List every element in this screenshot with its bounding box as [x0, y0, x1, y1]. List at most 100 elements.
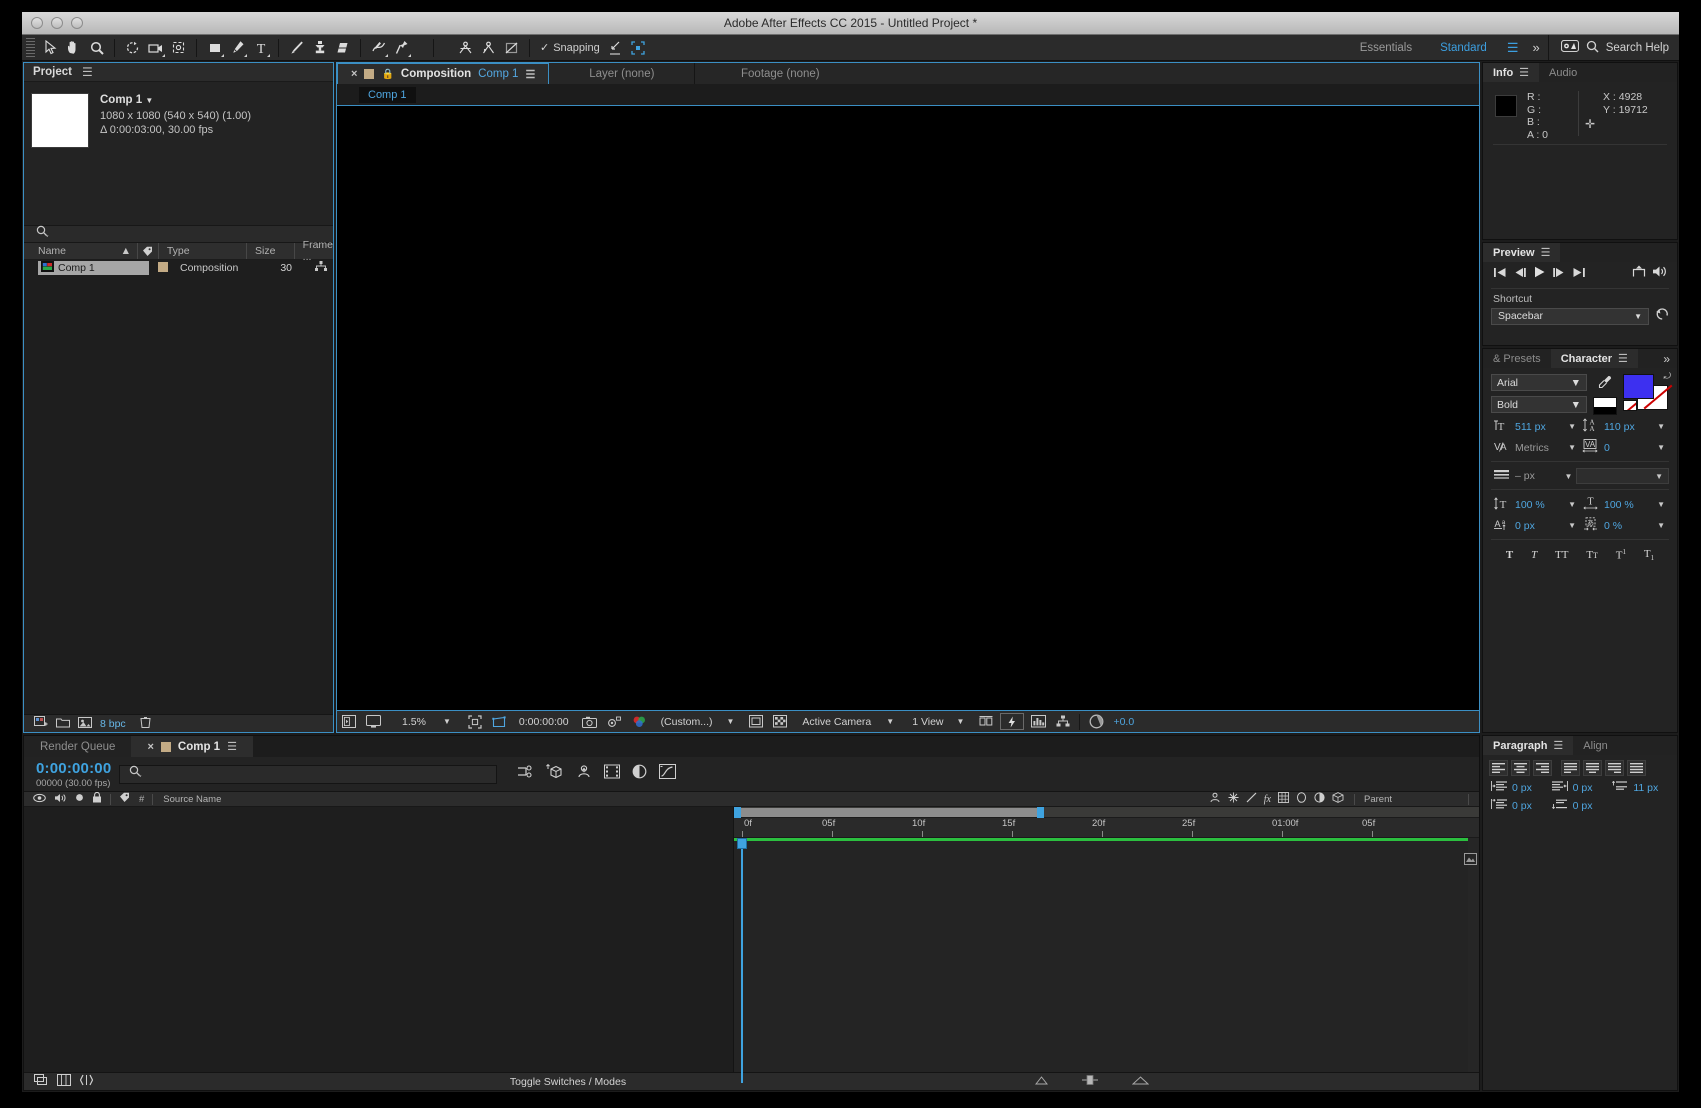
- comp-render-icon[interactable]: [1464, 852, 1477, 870]
- column-header-index[interactable]: #: [139, 794, 144, 805]
- fast-previews-icon[interactable]: [1000, 713, 1025, 730]
- subscript-button[interactable]: T1: [1644, 548, 1654, 562]
- faux-italic-button[interactable]: T: [1531, 549, 1537, 561]
- chevron-down-icon[interactable]: ▼: [886, 717, 894, 726]
- timeline-current-time[interactable]: 0:00:00:00 00000 (30.00 fps): [24, 760, 119, 789]
- snap-arrow-icon[interactable]: [604, 37, 627, 59]
- tab-audio[interactable]: Audio: [1539, 63, 1588, 82]
- toggle-switches-modes-icon[interactable]: [57, 1074, 71, 1089]
- tab-timeline-comp[interactable]: × Comp 1 ☰: [131, 736, 253, 757]
- paragraph-panel-menu-icon[interactable]: ☰: [1553, 739, 1563, 752]
- reset-shortcut-icon[interactable]: [1655, 307, 1669, 325]
- tab-effects-presets[interactable]: & Presets: [1483, 349, 1551, 368]
- kerning-field[interactable]: VA Metrics ▼: [1491, 440, 1580, 456]
- show-snapshot-icon[interactable]: [602, 711, 627, 732]
- always-preview-icon[interactable]: [337, 711, 361, 732]
- tsume-field[interactable]: あ 0 % ▼: [1580, 517, 1669, 534]
- tab-align[interactable]: Align: [1573, 736, 1618, 755]
- chevron-down-icon[interactable]: ▼: [1657, 500, 1669, 509]
- zoom-handle-left[interactable]: [734, 807, 741, 818]
- info-panel-menu-icon[interactable]: ☰: [1519, 66, 1529, 79]
- text-tool[interactable]: T: [249, 37, 272, 59]
- font-family-select[interactable]: Arial ▼: [1491, 374, 1587, 391]
- graph-editor-icon[interactable]: [659, 764, 677, 784]
- last-frame-button[interactable]: [1572, 265, 1586, 283]
- indent-right-field[interactable]: 0 px: [1550, 781, 1611, 795]
- toggle-view-layout-icon[interactable]: [744, 711, 768, 732]
- loop-options-button[interactable]: [1632, 265, 1646, 283]
- column-header-size[interactable]: Size: [246, 243, 294, 259]
- workspace-standard[interactable]: Standard: [1426, 42, 1501, 54]
- toggle-switches-modes-label[interactable]: Toggle Switches / Modes: [510, 1076, 626, 1088]
- puppet-pin-tool[interactable]: [390, 37, 413, 59]
- current-timecode[interactable]: 0:00:00:00: [511, 711, 577, 732]
- chevron-down-icon[interactable]: ▼: [1657, 443, 1669, 452]
- camera-view-value[interactable]: Active Camera: [792, 711, 881, 732]
- toggle-mask-paths-icon[interactable]: [487, 711, 511, 732]
- timeline-zoom-scrollbar[interactable]: [734, 807, 1479, 818]
- project-panel-menu-icon[interactable]: ☰: [82, 65, 93, 79]
- chevron-down-icon[interactable]: ▼: [726, 717, 734, 726]
- breadcrumb[interactable]: Comp 1: [359, 86, 416, 103]
- tab-character[interactable]: Character ☰: [1550, 349, 1638, 368]
- zoom-out-timeline-icon[interactable]: [1034, 1075, 1049, 1088]
- exposure-value[interactable]: +0.0: [1109, 711, 1139, 732]
- timeline-layer-list[interactable]: [24, 807, 734, 1072]
- tab-layer[interactable]: Layer (none): [549, 63, 696, 84]
- tab-footage[interactable]: Footage (none): [695, 63, 866, 84]
- lock-icon[interactable]: 🔒: [381, 69, 393, 80]
- home-screen-icon[interactable]: [1560, 39, 1579, 55]
- audio-toggle-button[interactable]: [1652, 265, 1667, 283]
- snapping-toggle[interactable]: ✓ Snapping: [536, 41, 604, 55]
- first-line-indent-field[interactable]: 0 px: [1489, 798, 1550, 813]
- character-overflow-icon[interactable]: »: [1663, 352, 1670, 366]
- no-color-swatch[interactable]: [1623, 400, 1637, 411]
- work-area-bar[interactable]: [734, 838, 1479, 841]
- timeline-layer-grid[interactable]: [734, 838, 1479, 1083]
- play-button[interactable]: [1533, 265, 1546, 283]
- space-before-field[interactable]: 11 px: [1610, 780, 1671, 795]
- swap-colors-icon[interactable]: ⤾: [1664, 371, 1672, 382]
- timeline-graph-icon[interactable]: [1026, 711, 1051, 732]
- pan-behind-tool[interactable]: [167, 37, 190, 59]
- justify-last-left-button[interactable]: [1561, 760, 1580, 776]
- small-caps-button[interactable]: TT: [1586, 549, 1598, 561]
- hide-shy-layers-icon[interactable]: [576, 764, 592, 784]
- font-size-field[interactable]: T 511 px ▼: [1491, 419, 1580, 435]
- composition-viewer-canvas[interactable]: [337, 105, 1479, 710]
- toolbar-grip[interactable]: [26, 37, 35, 58]
- draft-3d-icon[interactable]: [546, 763, 564, 785]
- all-caps-button[interactable]: TT: [1555, 549, 1568, 561]
- new-footage-icon[interactable]: [78, 716, 92, 731]
- tracking-field[interactable]: VA 0 ▼: [1580, 439, 1669, 456]
- composition-panel-menu-icon[interactable]: ☰: [525, 68, 535, 81]
- chevron-down-icon[interactable]: ▼: [957, 717, 965, 726]
- space-after-field[interactable]: 0 px: [1550, 799, 1611, 813]
- new-comp-icon[interactable]: [34, 716, 48, 731]
- close-icon[interactable]: ×: [351, 68, 357, 80]
- column-header-type[interactable]: Type: [157, 243, 246, 259]
- exposure-icon[interactable]: [1084, 711, 1109, 732]
- pixel-aspect-correction-icon[interactable]: [974, 711, 998, 732]
- shortcut-select[interactable]: Spacebar ▼: [1491, 307, 1649, 325]
- align-right-button[interactable]: [1533, 760, 1552, 776]
- zoom-in-timeline-icon[interactable]: [1131, 1075, 1150, 1088]
- adjustment-switch-icon[interactable]: [1314, 792, 1325, 806]
- quality-switch-icon[interactable]: [1246, 792, 1257, 806]
- transparency-grid-icon[interactable]: [768, 711, 792, 732]
- leading-field[interactable]: AA 110 px ▼: [1580, 418, 1669, 435]
- close-icon[interactable]: ×: [147, 741, 153, 753]
- workspace-overflow-icon[interactable]: »: [1524, 40, 1547, 55]
- tab-composition[interactable]: × 🔒 Composition Comp 1 ☰: [337, 63, 550, 84]
- table-row[interactable]: Comp 1 Composition 30: [24, 260, 333, 276]
- anchor-center-icon[interactable]: [454, 37, 477, 59]
- justify-last-right-button[interactable]: [1605, 760, 1624, 776]
- align-center-button[interactable]: [1511, 760, 1530, 776]
- justify-last-center-button[interactable]: [1583, 760, 1602, 776]
- project-item-name[interactable]: Comp 1 ▼: [100, 93, 251, 109]
- column-header-name[interactable]: Name ▲: [24, 243, 137, 259]
- brush-tool[interactable]: [285, 37, 308, 59]
- chevron-down-icon[interactable]: ▼: [1565, 472, 1577, 481]
- new-folder-icon[interactable]: [56, 717, 70, 731]
- time-graph-scrollbar[interactable]: [1468, 838, 1479, 1072]
